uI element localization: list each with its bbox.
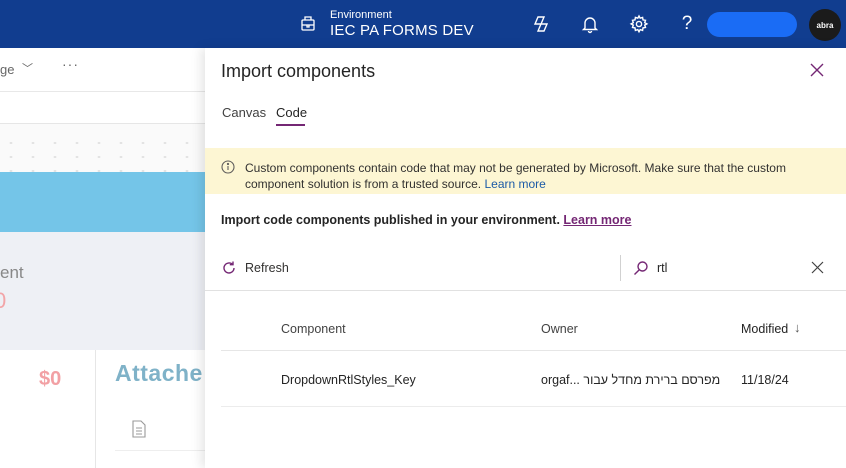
background-toolbar [0, 92, 205, 124]
search-box [620, 255, 830, 281]
background-divider-line [115, 450, 205, 451]
row-separator [221, 406, 846, 407]
help-icon[interactable]: ? [676, 13, 698, 35]
background-page-label: ge [0, 62, 15, 77]
tab-canvas[interactable]: Canvas [222, 105, 266, 120]
background-divider [95, 350, 96, 468]
bell-icon[interactable] [579, 13, 601, 35]
sort-descending-icon: ↓ [794, 320, 801, 335]
background-section-title: Attache [115, 360, 203, 386]
background-canvas-grid [0, 136, 205, 172]
warning-learn-more-link[interactable]: Learn more [484, 177, 545, 191]
panel-title: Import components [221, 61, 376, 81]
background-command-bar: ge ﹀ ··· [0, 48, 205, 92]
avatar[interactable]: abra [809, 9, 841, 41]
warning-text: Custom components contain code that may … [245, 160, 835, 192]
background-amount: $0 [39, 368, 62, 390]
search-input[interactable] [657, 258, 797, 278]
refresh-icon [223, 261, 235, 274]
cell-component: DropdownRtlStyles_Key [281, 373, 416, 387]
environment-picker[interactable]: Environment IEC PA FORMS DEV [298, 6, 474, 42]
background-value: 0 [0, 288, 7, 313]
top-bar: Environment IEC PA FORMS DEV ? abra [0, 0, 846, 48]
import-components-panel: Import components Canvas Code Custom com… [205, 48, 846, 468]
tab-code[interactable]: Code [276, 105, 307, 120]
environment-label: Environment [330, 9, 392, 22]
column-header-modified[interactable]: Modified [741, 322, 788, 336]
background-card [0, 232, 205, 350]
background-partial-label: ent [0, 263, 24, 282]
close-icon[interactable] [809, 62, 825, 78]
copilot-icon[interactable] [530, 13, 552, 35]
clear-search-icon[interactable] [811, 261, 824, 274]
more-icon: ··· [62, 56, 79, 72]
import-info: Import code components published in your… [221, 213, 632, 227]
environment-name: IEC PA FORMS DEV [330, 21, 474, 39]
gear-icon[interactable] [628, 13, 650, 35]
cell-modified: 11/18/24 [741, 373, 789, 387]
import-info-text: Import code components published in your… [221, 213, 560, 227]
cell-owner: orgaf... מפרסם ברירת מחדל עבור [541, 373, 721, 387]
column-header-component[interactable]: Component [281, 322, 346, 336]
background-header-banner [0, 172, 205, 232]
refresh-label: Refresh [245, 261, 289, 275]
chevron-down-icon: ﹀ [22, 63, 33, 75]
search-icon [634, 261, 648, 275]
info-icon [221, 160, 235, 174]
table-row[interactable]: DropdownRtlStyles_Key orgaf... מפרסם ברי… [221, 351, 846, 406]
document-icon [132, 420, 146, 438]
column-header-owner[interactable]: Owner [541, 322, 578, 336]
import-learn-more-link[interactable]: Learn more [563, 213, 631, 227]
warning-banner: Custom components contain code that may … [205, 148, 846, 194]
environment-icon [301, 16, 315, 31]
background-app: ge ﹀ ··· ent 0 $0 Attache [0, 48, 205, 468]
refresh-button[interactable]: Refresh [221, 258, 289, 278]
tab-selected-indicator [276, 124, 305, 126]
toolbar-separator [205, 290, 846, 291]
user-name-redacted [707, 12, 797, 37]
